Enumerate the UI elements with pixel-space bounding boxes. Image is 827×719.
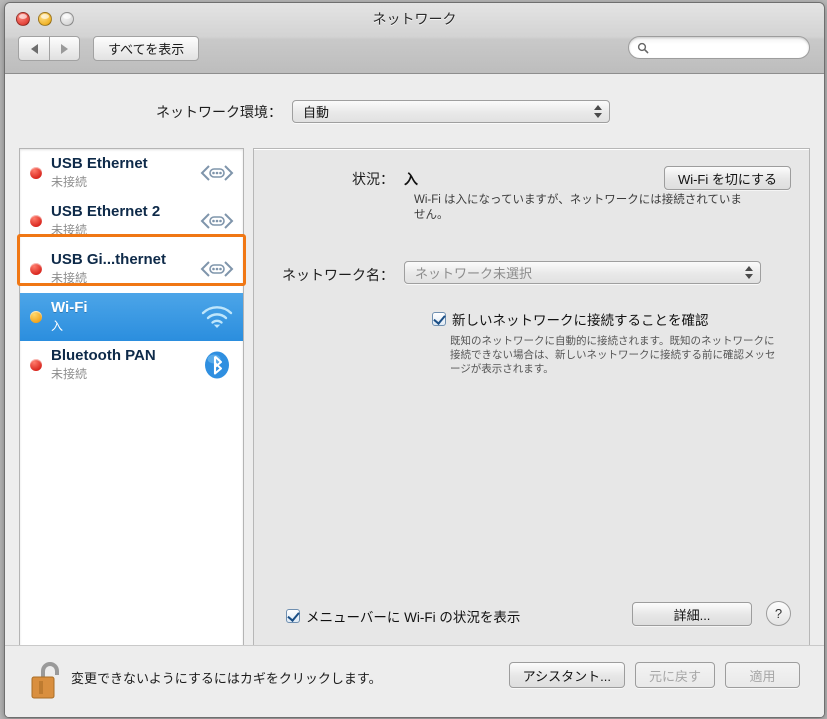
forward-arrow-icon [61, 43, 68, 54]
service-row-usb-gigabit-ethernet[interactable]: USB Gi...thernet 未接続 [20, 245, 243, 293]
location-popup-button[interactable]: 自動 [292, 100, 610, 123]
service-row-wi-fi[interactable]: Wi-Fi 入 [20, 293, 243, 341]
chevron-updown-icon [594, 105, 602, 118]
unlocked-padlock-icon[interactable] [29, 660, 65, 707]
back-forward-control [18, 36, 80, 61]
status-hint-text: Wi-Fi は入になっていますが、ネットワークには接続されていません。 [414, 194, 742, 221]
search-icon [637, 42, 649, 53]
wifi-detail-pane: 状況： 入 Wi-Fi を切にする Wi-Fi は入になっていますが、ネットワー… [253, 148, 810, 697]
search-field[interactable] [628, 36, 810, 59]
back-button[interactable] [18, 36, 49, 61]
network-name-row: ネットワーク名： ネットワーク未選択 [254, 261, 809, 285]
location-label: ネットワーク環境： [156, 103, 282, 120]
ethernet-icon [197, 259, 237, 279]
status-dot-amber-icon [30, 311, 42, 323]
search-input[interactable] [653, 39, 797, 56]
page-title: ネットワーク [372, 11, 457, 27]
bluetooth-icon [197, 350, 237, 380]
show-wifi-in-menubar-label: メニューバーに Wi-Fi の状況を表示 [306, 610, 521, 625]
ask-to-join-checkbox[interactable]: 新しいネットワークに接続することを確認 [432, 309, 709, 329]
location-selected-value: 自動 [303, 105, 330, 120]
window-content: ネットワーク環境： 自動 USB Ethernet 未接続 USB Ethern… [5, 74, 824, 717]
service-state: 未接続 [51, 271, 88, 285]
ethernet-icon [197, 211, 237, 231]
status-label: 状況： [352, 171, 394, 187]
service-row-usb-ethernet[interactable]: USB Ethernet 未接続 [20, 149, 243, 197]
network-preferences-window: ネットワーク すべてを表示 ネットワーク環境： 自動 USB Ethernet … [4, 2, 825, 718]
status-dot-red-icon [30, 167, 42, 179]
service-row-bluetooth-pan[interactable]: Bluetooth PAN 未接続 [20, 341, 243, 389]
network-name-popup-button[interactable]: ネットワーク未選択 [404, 261, 761, 284]
ask-to-join-description: 既知のネットワークに自動的に接続されます。既知のネットワークに接続できない場合は… [450, 335, 776, 375]
window-titlebar: ネットワーク すべてを表示 [5, 3, 824, 74]
help-button[interactable]: ? [766, 601, 791, 626]
service-name: USB Ethernet 2 [51, 203, 161, 220]
status-dot-red-icon [30, 263, 42, 275]
service-list[interactable]: USB Ethernet 未接続 USB Ethernet 2 未接続 USB … [19, 148, 244, 673]
lock-hint-text: 変更できないようにするにはカギをクリックします。 [71, 671, 382, 686]
service-state: 未接続 [51, 175, 88, 189]
assistant-button[interactable]: アシスタント... [508, 662, 625, 688]
show-wifi-in-menubar-checkbox[interactable]: メニューバーに Wi-Fi の状況を表示 [286, 606, 520, 626]
service-state: 未接続 [51, 223, 88, 237]
location-row: ネットワーク環境： 自動 [5, 100, 824, 123]
status-value: 入 [404, 171, 418, 187]
service-state: 入 [51, 319, 64, 333]
footer-buttons: アシスタント... 元に戻す 適用 [508, 662, 800, 688]
ethernet-icon [197, 163, 237, 183]
service-name: Wi-Fi [51, 299, 88, 316]
ask-to-join-label: 新しいネットワークに接続することを確認 [452, 313, 709, 328]
service-state: 未接続 [51, 367, 88, 381]
window-footer: 変更できないようにするにはカギをクリックします。 アシスタント... 元に戻す … [5, 645, 824, 717]
toggle-wifi-button[interactable]: Wi-Fi を切にする [663, 166, 791, 190]
back-arrow-icon [30, 43, 38, 54]
apply-button: 適用 [725, 662, 800, 688]
service-row-usb-ethernet-2[interactable]: USB Ethernet 2 未接続 [20, 197, 243, 245]
service-name: USB Gi...thernet [51, 251, 167, 268]
network-name-value: ネットワーク未選択 [415, 266, 533, 281]
status-dot-red-icon [30, 215, 42, 227]
wifi-icon [197, 305, 237, 329]
show-all-button[interactable]: すべてを表示 [93, 36, 200, 61]
checkbox-checked-icon [432, 312, 446, 326]
checkbox-checked-icon [286, 609, 300, 623]
revert-button: 元に戻す [634, 662, 715, 688]
status-dot-red-icon [30, 359, 42, 371]
chevron-updown-icon [745, 266, 753, 279]
network-name-label: ネットワーク名： [282, 267, 394, 283]
advanced-button[interactable]: 詳細... [632, 602, 752, 626]
service-name: Bluetooth PAN [51, 347, 156, 364]
service-name: USB Ethernet [51, 155, 148, 172]
forward-button[interactable] [49, 36, 80, 61]
